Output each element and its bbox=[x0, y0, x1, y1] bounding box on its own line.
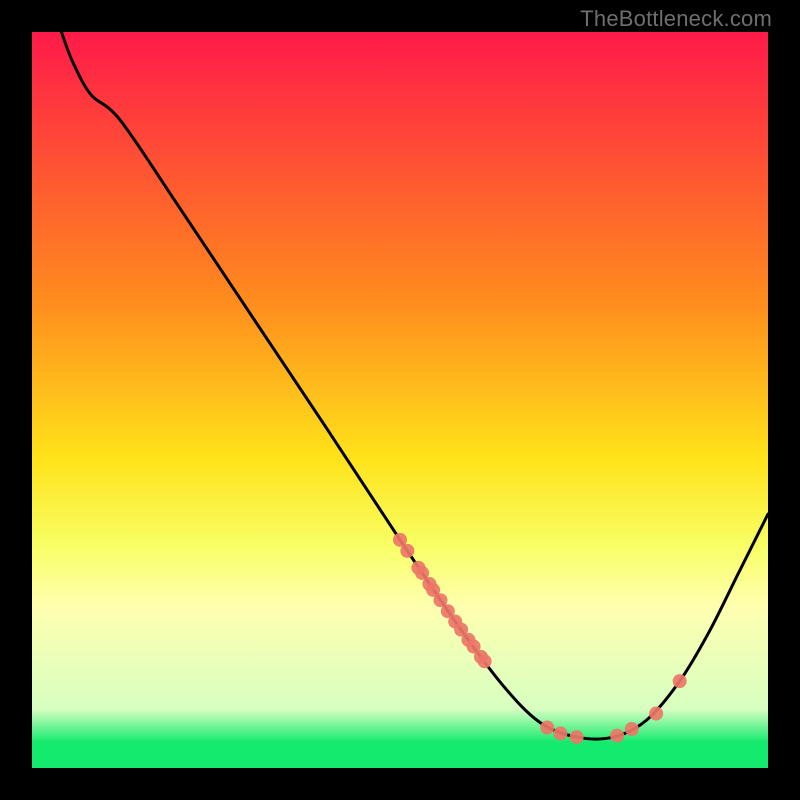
data-point bbox=[478, 654, 492, 668]
chart-frame: TheBottleneck.com bbox=[0, 0, 800, 800]
data-point bbox=[553, 726, 567, 740]
data-point bbox=[625, 722, 639, 736]
plot-area bbox=[32, 32, 768, 768]
attribution-text: TheBottleneck.com bbox=[580, 6, 772, 32]
data-point bbox=[400, 544, 414, 558]
data-point bbox=[649, 707, 663, 721]
data-points-layer bbox=[32, 32, 768, 768]
data-point bbox=[570, 730, 584, 744]
data-point bbox=[610, 729, 624, 743]
data-point bbox=[673, 674, 687, 688]
data-point bbox=[540, 721, 554, 735]
